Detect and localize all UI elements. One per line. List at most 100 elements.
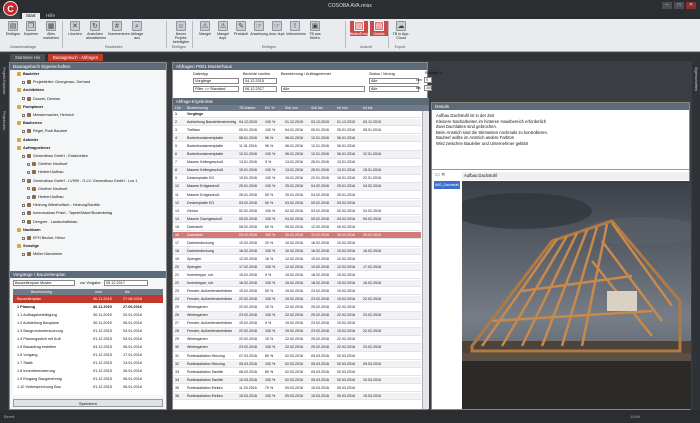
table-row[interactable]: 27 Fenster, Außenfensterbänke 19.02.2016 0 … (173, 320, 421, 328)
roof-truss-photo[interactable] (462, 181, 691, 409)
ribbon-button-query[interactable]: ⌕ Abfrage aus (128, 21, 146, 40)
table-row[interactable]: 29 Wintergarten 22.02.2016 15 % 22.02.2016 25… (173, 336, 421, 344)
desc-select[interactable]: Alle (281, 86, 365, 92)
plan-row[interactable]: 1.5 Bauantrag erstellen 03.12.2015 05.01.2… (13, 343, 163, 351)
ribbon-button-paste[interactable]: ▤ Einfügen (4, 21, 22, 36)
table-row[interactable]: 3 Treffass 05.01.2016 100 % 04.01.2016 05.01.… (173, 127, 421, 135)
plan-row[interactable]: 1.8 Innenbemusterung 01.12.2015 26.01.2016 (13, 367, 163, 375)
tree-item[interactable]: Sonstige (12, 244, 39, 250)
tree-item[interactable]: Bauleiter (12, 72, 39, 78)
ribbon-button-refresh[interactable]: ↻ Ansichten aktualisieren (86, 21, 106, 40)
plan-row[interactable]: 1.1 Auftragsbestätigung 30.11.2015 20.01.2… (13, 311, 163, 319)
tree-item[interactable]: Dengzer - Landschaftsbau (12, 219, 78, 226)
status-select[interactable]: Alle (369, 78, 419, 84)
checkbox[interactable] (22, 154, 25, 158)
image-thumbnail[interactable]: IMG_Dachstuhl (434, 181, 460, 189)
ribbon-button-defect[interactable]: ⚠ Mangel (196, 21, 214, 36)
table-row[interactable]: 33 Rohinstallation Sanitär 08.03.2016 80 % 0… (173, 369, 421, 376)
plan-row[interactable]: 1.10 Vorbesprechung Bau 01.12.2015 06.01.2… (13, 383, 163, 391)
tree-item[interactable]: Bauherren (12, 121, 42, 127)
checkbox[interactable] (22, 113, 25, 117)
table-row[interactable]: 7 Mauern Kellergeschoß 13.01.2016 5 % 13.01.… (173, 159, 421, 167)
ribbon-button-select-all[interactable]: ▦ Alles markieren (42, 21, 60, 40)
ribbon-button-add-participant[interactable]: ☺ Neuen Projekt-beteiligten (172, 21, 190, 44)
table-row[interactable]: 32 Rohinstallation Heizung 09.03.2016 100 %… (173, 360, 421, 368)
plan-row[interactable]: 1.9 Eingang Baugenehmig 01.12.2015 06.01.2… (13, 375, 163, 383)
table-row[interactable]: 13 Gerüst 02.02.2016 100 % 02.02.2016 03.02.2… (173, 208, 421, 215)
table-row[interactable]: 9 Deckenplatte KG 19.01.2016 100 % 19.01.201… (173, 175, 421, 183)
table-row[interactable]: 35 Rohinstallation Elektro 11.03.2016 70 % 0… (173, 385, 421, 393)
save-button[interactable]: Speichern (13, 399, 163, 407)
ribbon-button-copy[interactable]: ❐ Kopieren (22, 21, 40, 36)
tree-item[interactable]: Regel, Rudi Bauamt (12, 129, 67, 135)
zoom-level[interactable]: 100% (630, 410, 640, 423)
tree-item[interactable]: Heizung Wiesthofisch - Heizung/Sanitär (12, 203, 100, 209)
table-row[interactable]: 17 Dacheindeckung 10.02.2016 20 % 10.02.2016… (173, 240, 421, 248)
plan-select[interactable]: Bauzeitenplan Muster (13, 280, 75, 286)
table-row[interactable]: 31 Rohinstallation Heizung 07.03.2016 80 % 0… (173, 353, 421, 360)
plan-row[interactable]: 1.3 Baugrunduntersuchung 01.12.2015 03.01.… (13, 327, 163, 335)
checkbox[interactable] (22, 211, 25, 215)
checkbox[interactable] (22, 80, 25, 84)
table-row[interactable]: 28 Fenster, Außenfensterbänke 22.02.2016 10… (173, 328, 421, 336)
ribbon-button-details[interactable]: ▤ Details (370, 21, 388, 36)
tree-item[interactable]: Günther Haufnorf (12, 162, 67, 168)
table-row[interactable]: 11 Mauern Erdgeschoß 28.01.2016 50 % 25.01.2… (173, 192, 421, 199)
ribbon-button-tb[interactable]: ▣ TB aus fühlen (306, 21, 324, 40)
checkbox[interactable] (27, 187, 30, 191)
filter-select[interactable]: Filter => Standard (193, 86, 239, 92)
table-row[interactable]: 1 Vorgänge (173, 111, 421, 119)
checkbox[interactable] (22, 97, 25, 101)
ribbon-button-image-event[interactable]: ▨ Bilder/Ereignis (350, 21, 373, 36)
datatype-select[interactable]: Vorgänge (193, 78, 239, 84)
tree-item[interactable]: Fachplaner (12, 104, 43, 111)
table-row[interactable]: 18 Dacheindeckung 16.02.2016 100 % 10.02.201… (173, 247, 421, 256)
doc-tab-abfragen[interactable]: Bautagebuch - Abfragen (48, 54, 104, 61)
strip-label-properties[interactable]: Eigenschaften (694, 67, 698, 91)
image-close-icon[interactable]: ✕ (441, 172, 445, 178)
delay-select[interactable]: Alle (369, 86, 419, 92)
table-row[interactable]: 36 Rohinstallation Elektro 15.03.2016 100 %… (173, 392, 421, 401)
table-row[interactable]: 14 Mauern Dachgeschoß 05.02.2016 100 % 04.02… (173, 215, 421, 223)
ribbon-button-numbering[interactable]: # Nummerieren (108, 21, 130, 36)
ribbon-button-cloud[interactable]: ☁ TB in App-Cloud (392, 21, 410, 40)
ribbon-button-incident[interactable]: ! Vorkommnis (286, 21, 306, 36)
plan-row[interactable]: 1 Planung 30.11.2015 27.06.2016 (13, 303, 163, 311)
tree-item[interactable]: Herbert Aufbau (12, 170, 64, 176)
minimize-button[interactable]: – (662, 2, 672, 9)
tree-item[interactable]: Meistermacher, Heinrich (12, 113, 74, 119)
tree-item[interactable]: Architekten (12, 88, 44, 94)
app-logo[interactable]: C (3, 1, 18, 16)
table-row[interactable]: 21 Innentreppe, roh 15.02.2016 0 % 15.02.201… (173, 272, 421, 280)
checkbox[interactable] (27, 162, 30, 166)
ribbon-button-protocol[interactable]: ✎ Protokoll (232, 21, 250, 36)
table-row[interactable]: 2 Aufstellung Baustelleneinrichtg 04.12.20… (173, 119, 421, 127)
table-row[interactable]: 20 Spengler 17.02.2016 100 % 12.02.2016 19.02… (173, 263, 421, 272)
ribbon-button-delete[interactable]: ✕ Löschen (66, 21, 84, 36)
ribbon-button-instruction[interactable]: ☞ Anweisung (250, 21, 268, 36)
maximize-button[interactable]: □ (674, 2, 684, 9)
table-row[interactable]: 5 Bodenfundamentplatte 11.01.2016 96 % 06.01… (173, 143, 421, 151)
strip-label-explorer[interactable]: Projekt-Explorer (2, 67, 6, 94)
checkbox[interactable] (22, 203, 25, 207)
image-folder-icon[interactable]: ▭ (435, 172, 440, 178)
tree-item[interactable]: Auftragnehmer (12, 145, 50, 152)
checkbox[interactable] (27, 195, 30, 199)
table-row[interactable]: 23 Fenster, Außenfensterbänke 19.02.2016 50… (173, 288, 421, 296)
tree-item[interactable]: Innenausbau Prisel - Tapete/Maler/Bodenb… (12, 211, 112, 217)
ribbon-button-instruction-dup[interactable]: ☞ Anw. dupl. (268, 21, 286, 36)
tree-item[interactable]: Generalbau GmbH - Erdarbeiten (12, 154, 88, 160)
table-row[interactable]: 34 Rohinstallation Sanitär 10.03.2016 100 %… (173, 376, 421, 384)
tree-item[interactable]: Müller Mannheim (12, 252, 62, 258)
table-row[interactable]: 26 Wintergarten 23.02.2016 100 % 22.02.2016 2… (173, 312, 421, 320)
tree-item[interactable]: Herbert Aufbau (12, 195, 64, 201)
checkbox[interactable] (22, 179, 25, 183)
tree-item[interactable]: Nachbarn (12, 227, 41, 234)
plan-row[interactable]: 1.6 Vorgang 01.12.2015 17.01.2016 (13, 351, 163, 359)
tree-item[interactable]: Anbieter (12, 137, 38, 144)
checkbox[interactable] (27, 170, 30, 174)
tree-item[interactable]: Projektleiter: Georgenau, Gerhard (12, 80, 90, 86)
plan-row[interactable]: 1.7 Statik 01.12.2015 13.01.2016 (13, 359, 163, 367)
table-row[interactable]: 22 Innentreppe, roh 16.02.2016 100 % 15.02.2… (173, 280, 421, 288)
plan-row[interactable]: 1.2 Aufstellung Bauplane 30.11.2015 06.01.… (13, 319, 163, 327)
